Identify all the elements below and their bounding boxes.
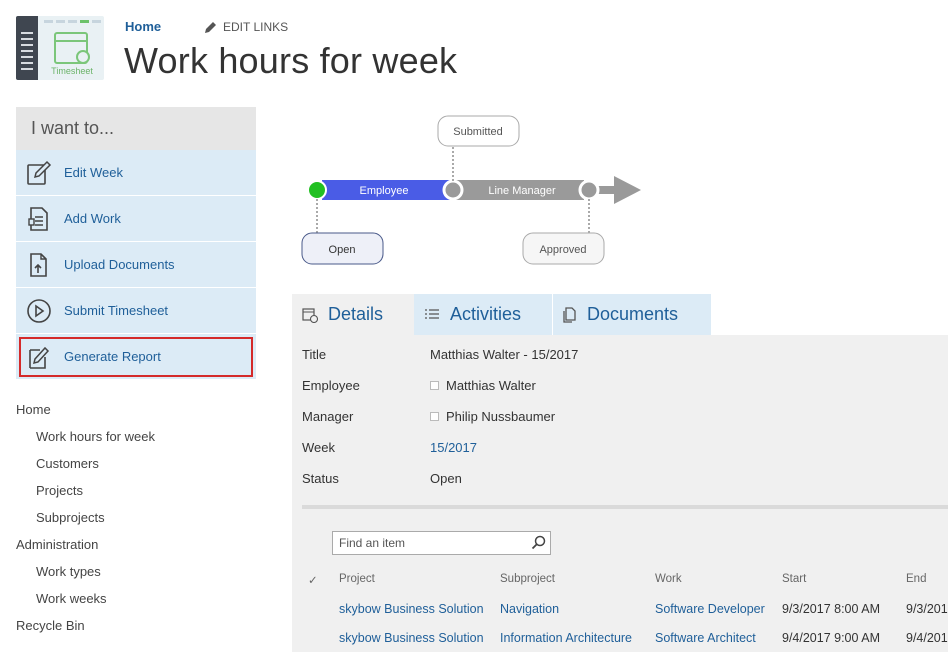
i-want-to-header: I want to... (16, 107, 256, 150)
clock-icon (76, 50, 90, 64)
document-list-icon (26, 206, 52, 232)
action-label: Add Work (64, 211, 121, 226)
upload-documents-action[interactable]: Upload Documents (16, 242, 256, 288)
add-work-action[interactable]: Add Work (16, 196, 256, 242)
field-title: Title Matthias Walter - 15/2017 (302, 347, 578, 378)
action-label: Upload Documents (64, 257, 175, 272)
action-label: Edit Week (64, 165, 124, 180)
search-placeholder: Find an item (339, 536, 406, 550)
nav-administration[interactable]: Administration (16, 535, 256, 562)
line-manager-step-label: Line Manager (488, 185, 556, 197)
start-dot (307, 180, 327, 200)
logo-text: Timesheet (51, 66, 93, 76)
manager-end-dot (578, 179, 600, 201)
field-week: Week 15/2017 (302, 440, 578, 471)
edit-links-label: EDIT LINKS (223, 20, 289, 34)
field-label: Status (302, 471, 339, 486)
table-row[interactable]: skybow Business Solution Information Arc… (302, 623, 948, 652)
field-value: Matthias Walter - 15/2017 (430, 347, 579, 362)
start-cell: 9/3/2017 8:00 AM (782, 602, 880, 616)
tab-activities[interactable]: Activities (414, 294, 552, 335)
nav-work-types[interactable]: Work types (16, 562, 256, 589)
logo-strip (16, 16, 38, 80)
play-circle-icon (26, 298, 52, 324)
tab-label: Details (328, 304, 384, 324)
end-cell: 9/4/201 (906, 631, 948, 645)
field-employee: Employee Matthias Walter (302, 378, 578, 409)
calendar-clock-icon (302, 307, 318, 323)
tab-documents[interactable]: Documents (553, 294, 711, 335)
column-header-project[interactable]: Project (339, 573, 375, 585)
action-label: Generate Report (64, 349, 161, 364)
tab-details[interactable]: Details (292, 294, 414, 335)
column-header-start[interactable]: Start (782, 573, 806, 585)
details-panel: Title Matthias Walter - 15/2017 Employee… (292, 335, 948, 652)
column-header-subproject[interactable]: Subproject (500, 573, 555, 585)
end-cell: 9/3/201 (906, 602, 948, 616)
status-value: Open (430, 471, 462, 486)
field-status: Status Open (302, 471, 578, 502)
app-logo[interactable]: Timesheet (16, 16, 104, 80)
edit-links-button[interactable]: EDIT LINKS (204, 20, 288, 34)
workflow-arrow (598, 176, 641, 204)
project-link[interactable]: skybow Business Solution (339, 631, 484, 645)
approved-label: Approved (539, 244, 586, 256)
subproject-link[interactable]: Information Architecture (500, 631, 632, 645)
manager-name[interactable]: Philip Nussbaumer (446, 409, 555, 424)
detail-tabs: Details Activities Documents (292, 294, 948, 335)
open-label: Open (329, 244, 356, 256)
search-input[interactable]: Find an item (332, 531, 551, 555)
nav-recycle-bin[interactable]: Recycle Bin (16, 616, 256, 643)
table-header: ✓ Project Subproject Work Start End (302, 565, 948, 594)
edit-week-action[interactable]: Edit Week (16, 150, 256, 196)
presence-icon (430, 412, 439, 421)
work-link[interactable]: Software Architect (655, 631, 756, 645)
page-title: Work hours for week (124, 40, 458, 81)
home-link[interactable]: Home (125, 19, 161, 34)
workflow-diagram: Employee Line Manager Submitted Open App… (301, 115, 641, 265)
field-manager: Manager Philip Nussbaumer (302, 409, 578, 440)
upload-document-icon (26, 252, 52, 278)
week-link[interactable]: 15/2017 (430, 440, 477, 471)
documents-icon (563, 306, 577, 323)
column-header-end[interactable]: End (906, 573, 926, 585)
pencil-icon (205, 21, 216, 33)
column-header-work[interactable]: Work (655, 573, 682, 585)
tab-label: Documents (587, 304, 679, 324)
nav-home[interactable]: Home (16, 400, 256, 427)
divider (302, 505, 948, 509)
action-label: Submit Timesheet (64, 303, 169, 318)
project-link[interactable]: skybow Business Solution (339, 602, 484, 616)
nav-subprojects[interactable]: Subprojects (16, 508, 256, 535)
table-row[interactable]: skybow Business Solution Navigation Soft… (302, 594, 948, 623)
work-items-table: ✓ Project Subproject Work Start End skyb… (302, 565, 948, 652)
field-label: Employee (302, 378, 360, 393)
nav-work-weeks[interactable]: Work weeks (16, 589, 256, 616)
nav-projects[interactable]: Projects (16, 481, 256, 508)
left-navigation: Home Work hours for week Customers Proje… (16, 400, 256, 643)
field-label: Title (302, 347, 327, 362)
nav-customers[interactable]: Customers (16, 454, 256, 481)
action-list: Edit Week Add Work Upload Documents Subm… (16, 150, 256, 380)
search-icon[interactable] (531, 535, 546, 553)
employee-name[interactable]: Matthias Walter (446, 378, 536, 393)
submitted-label: Submitted (453, 126, 503, 138)
submit-timesheet-action[interactable]: Submit Timesheet (16, 288, 256, 334)
edit-icon (26, 160, 52, 186)
tab-label: Activities (450, 304, 522, 324)
field-label: Manager (302, 409, 354, 424)
presence-icon (430, 381, 439, 390)
start-cell: 9/4/2017 9:00 AM (782, 631, 880, 645)
details-fields: Title Matthias Walter - 15/2017 Employee… (302, 347, 578, 502)
subproject-link[interactable]: Navigation (500, 602, 559, 616)
report-edit-icon (26, 344, 52, 370)
employee-end-dot (442, 179, 464, 201)
nav-work-hours-for-week[interactable]: Work hours for week (16, 427, 256, 454)
employee-step-label: Employee (360, 185, 409, 197)
select-all-checkmark[interactable]: ✓ (308, 573, 318, 587)
field-label: Week (302, 440, 335, 455)
generate-report-action[interactable]: Generate Report (16, 334, 256, 380)
list-icon (424, 308, 440, 322)
work-link[interactable]: Software Developer (655, 602, 765, 616)
